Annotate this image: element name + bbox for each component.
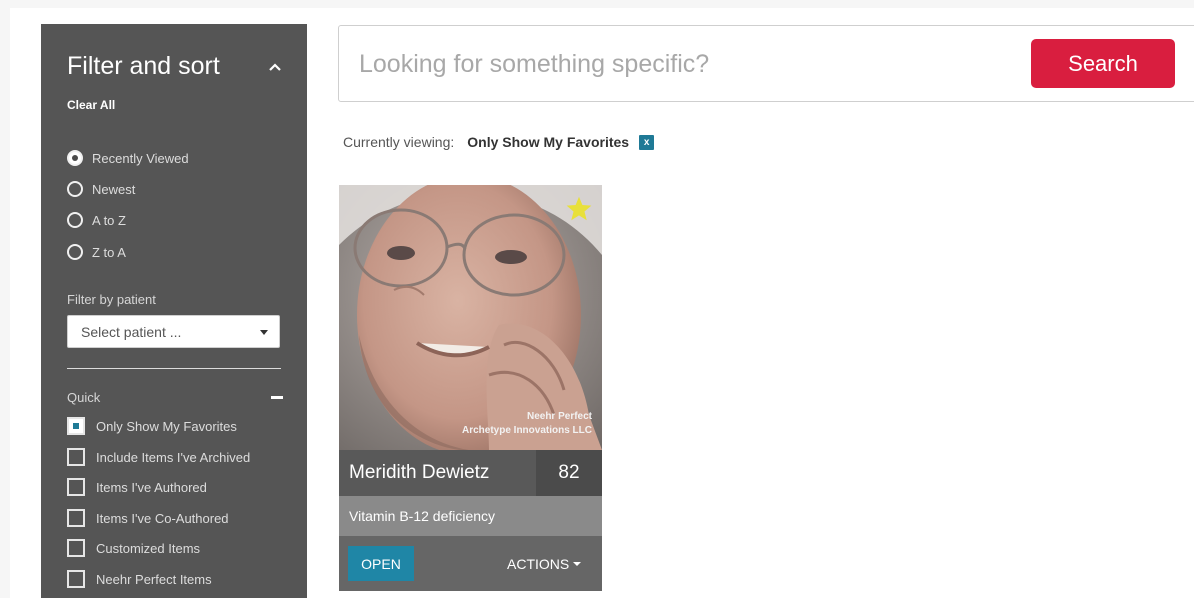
quick-option-co-authored[interactable]: Items I've Co-Authored xyxy=(67,507,229,529)
photo-credit: Neehr Perfect Archetype Innovations LLC xyxy=(462,410,592,438)
patient-name: Meridith Dewietz xyxy=(349,462,490,483)
currently-viewing-label: Currently viewing: xyxy=(343,134,455,150)
sidebar-title: Filter and sort xyxy=(67,52,220,80)
top-strip xyxy=(0,0,1194,8)
patient-name-row: Meridith Dewietz 82 xyxy=(339,450,602,496)
search-button[interactable]: Search xyxy=(1031,39,1175,88)
quick-option-label: Items I've Co-Authored xyxy=(96,510,229,526)
patient-select-value: Select patient ... xyxy=(81,324,182,340)
checkbox[interactable] xyxy=(67,448,85,466)
quick-section-label: Quick xyxy=(67,390,101,405)
quick-option-neehr-perfect[interactable]: Neehr Perfect Items xyxy=(67,568,212,590)
patient-condition: Vitamin B-12 deficiency xyxy=(349,508,496,524)
photo-credit-line2: Archetype Innovations LLC xyxy=(461,425,592,436)
chevron-up-icon[interactable] xyxy=(265,60,285,74)
patient-select[interactable]: Select patient ... xyxy=(67,315,280,348)
search-bar: Search xyxy=(338,25,1194,102)
caret-down-icon xyxy=(260,330,268,335)
quick-option-label: Customized Items xyxy=(96,540,201,556)
sort-option-label: A to Z xyxy=(92,212,126,228)
patient-photo[interactable]: Neehr Perfect Archetype Innovations LLC xyxy=(339,185,602,450)
actions-label: ACTIONS xyxy=(507,556,570,572)
radio-button[interactable] xyxy=(67,244,83,260)
checkbox[interactable] xyxy=(67,570,85,588)
checkbox[interactable] xyxy=(67,417,85,435)
divider xyxy=(67,368,281,369)
checkbox[interactable] xyxy=(67,539,85,557)
favorite-star-icon[interactable] xyxy=(565,195,593,223)
sort-option-label: Z to A xyxy=(92,244,126,260)
quick-option-favorites[interactable]: Only Show My Favorites xyxy=(67,415,237,437)
collapse-minus-icon[interactable] xyxy=(271,396,283,399)
quick-option-archived[interactable]: Include Items I've Archived xyxy=(67,446,250,468)
filter-by-patient-label: Filter by patient xyxy=(67,292,156,307)
search-input[interactable] xyxy=(359,46,999,82)
currently-viewing: Currently viewing: Only Show My Favorite… xyxy=(343,134,655,150)
radio-button[interactable] xyxy=(67,212,83,228)
filter-sidebar: Filter and sort Clear All Recently Viewe… xyxy=(41,24,307,598)
radio-button[interactable] xyxy=(67,181,83,197)
photo-credit-line1: Neehr Perfect xyxy=(526,411,592,422)
remove-filter-button[interactable]: x xyxy=(639,134,655,150)
radio-button[interactable] xyxy=(67,150,83,166)
checkbox[interactable] xyxy=(67,478,85,496)
quick-option-customized[interactable]: Customized Items xyxy=(67,537,200,559)
quick-option-authored[interactable]: Items I've Authored xyxy=(67,476,207,498)
quick-option-label: Items I've Authored xyxy=(96,479,207,495)
checkbox[interactable] xyxy=(67,509,85,527)
actions-dropdown[interactable]: ACTIONS xyxy=(507,556,582,572)
left-strip xyxy=(0,0,10,598)
card-actions-row: OPEN ACTIONS xyxy=(339,536,602,591)
sort-option-newest[interactable]: Newest xyxy=(67,178,135,200)
clear-all-link[interactable]: Clear All xyxy=(67,98,115,112)
sort-option-recently-viewed[interactable]: Recently Viewed xyxy=(67,147,189,169)
patient-condition-row: Vitamin B-12 deficiency xyxy=(339,496,602,536)
open-button[interactable]: OPEN xyxy=(348,546,414,581)
sort-option-label: Recently Viewed xyxy=(92,150,189,166)
sort-option-label: Newest xyxy=(92,181,136,197)
patient-card: Neehr Perfect Archetype Innovations LLC … xyxy=(339,185,602,591)
quick-option-label: Only Show My Favorites xyxy=(96,418,237,434)
quick-option-label: Include Items I've Archived xyxy=(96,449,251,465)
quick-option-label: Neehr Perfect Items xyxy=(96,571,212,587)
sort-option-z-to-a[interactable]: Z to A xyxy=(67,241,126,263)
currently-viewing-value: Only Show My Favorites xyxy=(467,134,630,150)
caret-down-icon xyxy=(573,562,582,566)
sort-option-a-to-z[interactable]: A to Z xyxy=(67,209,126,231)
patient-age-badge: 82 xyxy=(536,450,602,496)
